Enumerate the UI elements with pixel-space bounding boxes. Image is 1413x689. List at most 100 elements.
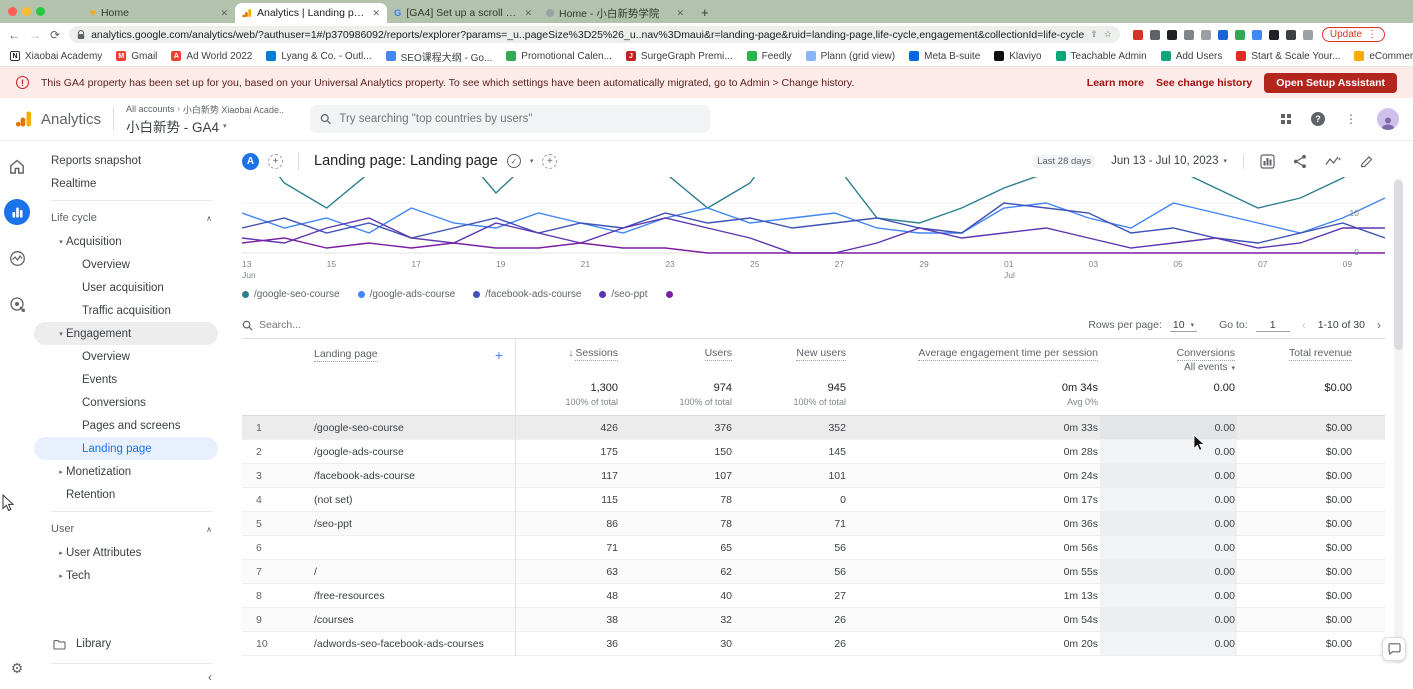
analytics-search-input[interactable] — [339, 113, 700, 125]
legend-item[interactable]: /seo-ppt — [599, 289, 647, 300]
expand-caret-icon[interactable]: ▸ — [56, 572, 66, 580]
legend-item[interactable]: /google-seo-course — [242, 289, 340, 300]
add-report-button[interactable]: + — [542, 154, 557, 169]
add-secondary-dimension-button[interactable]: + — [495, 347, 513, 363]
open-setup-assistant-button[interactable]: Open Setup Assistant — [1264, 73, 1397, 93]
extension-icon[interactable] — [1201, 30, 1211, 40]
scrollbar-thumb[interactable] — [1394, 180, 1403, 350]
report-caret-icon[interactable]: ▾ — [530, 157, 534, 165]
tab-close-icon[interactable]: ✕ — [220, 8, 228, 19]
conversions-event-filter[interactable]: All events — [1184, 362, 1227, 373]
customize-report-icon[interactable] — [1260, 154, 1275, 169]
analytics-logo[interactable]: Analytics — [14, 109, 101, 129]
extension-icon[interactable] — [1303, 30, 1313, 40]
bookmark-item[interactable]: Meta B-suite — [909, 51, 980, 62]
bookmark-item[interactable]: Lyang & Co. - Outl... — [266, 51, 371, 62]
column-header-total-revenue[interactable]: Total revenue — [1289, 347, 1352, 361]
extension-icon[interactable] — [1150, 30, 1160, 40]
next-page-icon[interactable]: › — [1373, 318, 1385, 332]
more-menu-icon[interactable]: ⋮ — [1345, 112, 1357, 126]
bookmark-item[interactable]: SEO课程大纲 - Go... — [386, 49, 493, 64]
breadcrumb-root[interactable]: All accounts — [126, 104, 175, 114]
browser-tab[interactable]: G[GA4] Set up a scroll conversi✕ — [387, 3, 539, 23]
collapse-nav-icon[interactable]: ‹ — [208, 670, 212, 684]
bookmark-item[interactable]: eCommerce Case... — [1354, 51, 1413, 62]
extension-icon[interactable] — [1133, 30, 1143, 40]
sidebar-item-user-acquisition[interactable]: User acquisition — [34, 276, 228, 299]
bookmark-item[interactable]: JSurgeGraph Premi... — [626, 51, 733, 62]
back-button[interactable]: ← — [8, 28, 20, 42]
chrome-update-button[interactable]: Update ⋮ — [1322, 27, 1385, 42]
legend-item[interactable] — [666, 291, 673, 298]
browser-tab[interactable]: ♥Home✕ — [83, 3, 235, 23]
tab-close-icon[interactable]: ✕ — [372, 8, 380, 19]
property-name[interactable]: 小白新势 - GA4 — [126, 116, 219, 136]
browser-tab[interactable]: Analytics | Landing page: Land✕ — [235, 3, 387, 23]
bookmark-item[interactable]: Promotional Calen... — [506, 51, 612, 62]
account-selector[interactable]: All accounts › 小白新势 Xiaobai Acade.. 小白新势… — [126, 103, 284, 136]
extension-icon[interactable] — [1167, 30, 1177, 40]
share-report-icon[interactable] — [1293, 154, 1307, 169]
sidebar-item-realtime[interactable]: Realtime — [34, 172, 228, 195]
sidebar-item-conversions[interactable]: Conversions — [34, 391, 228, 414]
sidebar-item-monetization[interactable]: ▸Monetization — [34, 460, 228, 483]
sidebar-item-pages-and-screens[interactable]: Pages and screens — [34, 414, 228, 437]
conversions-caret-icon[interactable]: ▾ — [1231, 364, 1235, 372]
library-item[interactable]: Library — [34, 631, 228, 657]
collapse-section-icon[interactable]: ∧ — [206, 214, 212, 223]
learn-more-link[interactable]: Learn more — [1087, 77, 1144, 89]
sidebar-item-engagement[interactable]: ▾Engagement — [34, 322, 218, 345]
column-header-engagement[interactable]: Average engagement time per session — [918, 347, 1098, 361]
sidebar-item-acquisition[interactable]: ▾Acquisition — [34, 230, 228, 253]
nav-section-life-cycle[interactable]: Life cycle∧ — [34, 206, 228, 230]
maximize-window-button[interactable] — [36, 7, 45, 16]
column-header-landing-page[interactable]: Landing page — [314, 348, 378, 362]
sort-descending-icon[interactable]: ↓ — [568, 348, 573, 359]
rows-per-page-select[interactable]: 10 ▾ — [1170, 319, 1197, 332]
breadcrumb-current[interactable]: 小白新势 Xiaobai Acade.. — [183, 103, 284, 116]
tab-close-icon[interactable]: ✕ — [676, 8, 684, 19]
extension-icon[interactable] — [1184, 30, 1194, 40]
minimize-window-button[interactable] — [22, 7, 31, 16]
bookmark-item[interactable]: Feedly — [747, 51, 792, 62]
sidebar-item-overview[interactable]: Overview — [34, 345, 228, 368]
sidebar-item-events[interactable]: Events — [34, 368, 228, 391]
comparison-chip[interactable]: A — [242, 153, 259, 170]
extension-icon[interactable] — [1286, 30, 1296, 40]
reports-icon[interactable] — [4, 199, 30, 225]
expand-caret-icon[interactable]: ▾ — [56, 238, 66, 246]
browser-tab[interactable]: Home - 小白新势学院✕ — [539, 3, 691, 23]
sidebar-item-landing-page[interactable]: Landing page — [34, 437, 218, 460]
expand-caret-icon[interactable]: ▸ — [56, 549, 66, 557]
collapse-section-icon[interactable]: ∧ — [206, 525, 212, 534]
column-header-sessions[interactable]: Sessions — [575, 347, 618, 361]
sidebar-item-traffic-acquisition[interactable]: Traffic acquisition — [34, 299, 228, 322]
window-controls[interactable] — [8, 0, 45, 23]
forward-button[interactable]: → — [29, 28, 41, 42]
legend-item[interactable]: /google-ads-course — [358, 289, 456, 300]
bookmark-item[interactable]: MGmail — [116, 51, 157, 62]
column-header-conversions[interactable]: Conversions — [1177, 347, 1235, 361]
bookmark-item[interactable]: Teachable Admin — [1056, 51, 1147, 62]
date-range-selector[interactable]: Jun 13 - Jul 10, 2023 ▾ — [1111, 155, 1227, 167]
bookmark-item[interactable]: AAd World 2022 — [171, 51, 252, 62]
bookmark-item[interactable]: Plann (grid view) — [806, 51, 895, 62]
tab-close-icon[interactable]: ✕ — [524, 8, 532, 19]
address-bar[interactable]: analytics.google.com/analytics/web/?auth… — [69, 26, 1120, 43]
google-apps-icon[interactable] — [1281, 114, 1291, 124]
sidebar-item-tech[interactable]: ▸Tech — [34, 564, 228, 587]
nav-section-user[interactable]: User∧ — [34, 517, 228, 541]
extension-icon[interactable] — [1235, 30, 1245, 40]
bookmark-item[interactable]: Klaviyo — [994, 51, 1041, 62]
expand-caret-icon[interactable]: ▸ — [56, 468, 66, 476]
column-header-new-users[interactable]: New users — [796, 347, 846, 361]
see-change-history-link[interactable]: See change history — [1156, 77, 1252, 89]
column-header-users[interactable]: Users — [705, 347, 732, 361]
new-tab-button[interactable]: + — [701, 5, 709, 20]
sidebar-item-user-attributes[interactable]: ▸User Attributes — [34, 541, 228, 564]
edit-report-icon[interactable] — [1360, 155, 1373, 168]
sidebar-item-overview[interactable]: Overview — [34, 253, 228, 276]
extension-icon[interactable] — [1269, 30, 1279, 40]
table-search-input[interactable] — [259, 319, 399, 331]
bookmark-item[interactable]: Add Users — [1161, 51, 1223, 62]
